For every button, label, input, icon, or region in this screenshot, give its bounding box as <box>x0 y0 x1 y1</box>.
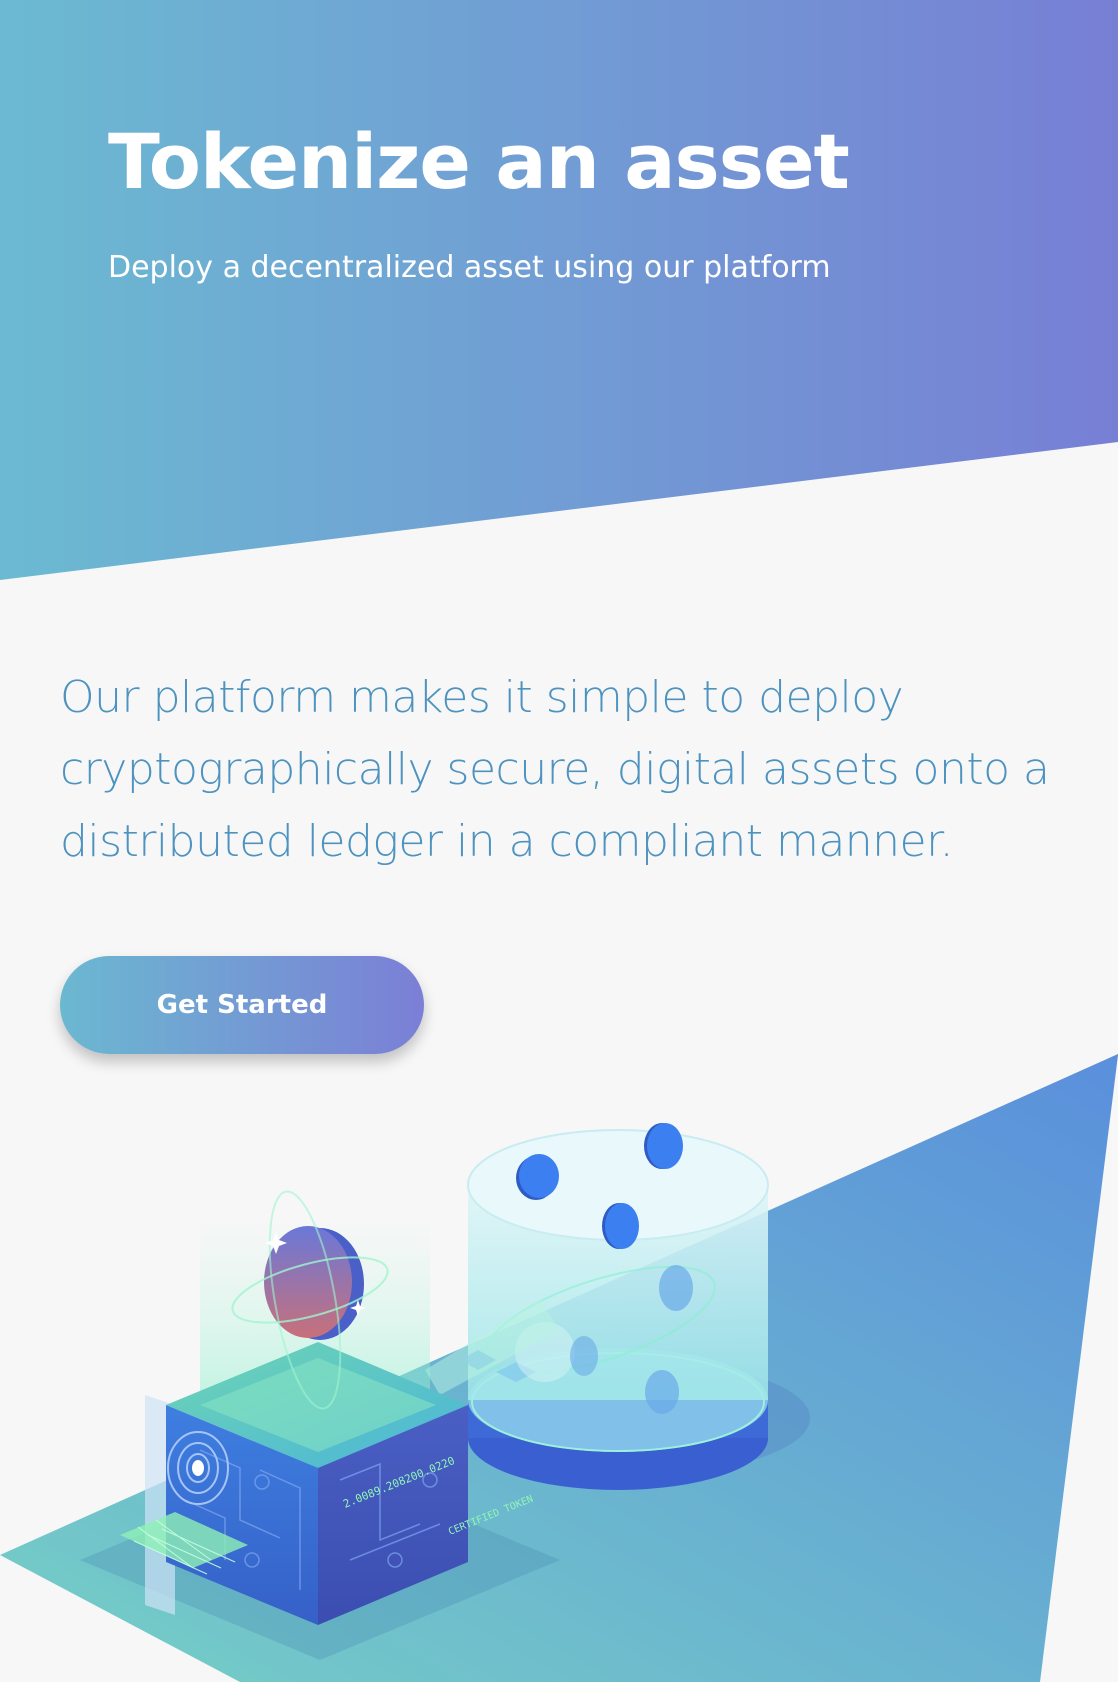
platform-description: Our platform makes it simple to deploy c… <box>60 672 1050 867</box>
get-started-button[interactable]: Get Started <box>60 956 424 1054</box>
hero-background <box>0 0 1118 580</box>
page-title: Tokenize an asset <box>108 117 850 206</box>
fingerprint-center <box>192 1460 204 1476</box>
floating-coin-1-face <box>519 1154 559 1198</box>
floating-coin-6 <box>570 1336 598 1376</box>
page-subtitle: Deploy a decentralized asset using our p… <box>108 250 831 285</box>
floating-coin-4 <box>659 1265 693 1311</box>
tokenization-illustration: 2.0089.208200.0220 CERTIFIED TOKEN <box>0 1054 1118 1682</box>
floating-coin-3-face <box>605 1203 639 1249</box>
floating-coin-2-face <box>647 1123 683 1169</box>
landing-page: Tokenize an asset Deploy a decentralized… <box>0 0 1118 1682</box>
floating-coin-5 <box>645 1370 679 1414</box>
